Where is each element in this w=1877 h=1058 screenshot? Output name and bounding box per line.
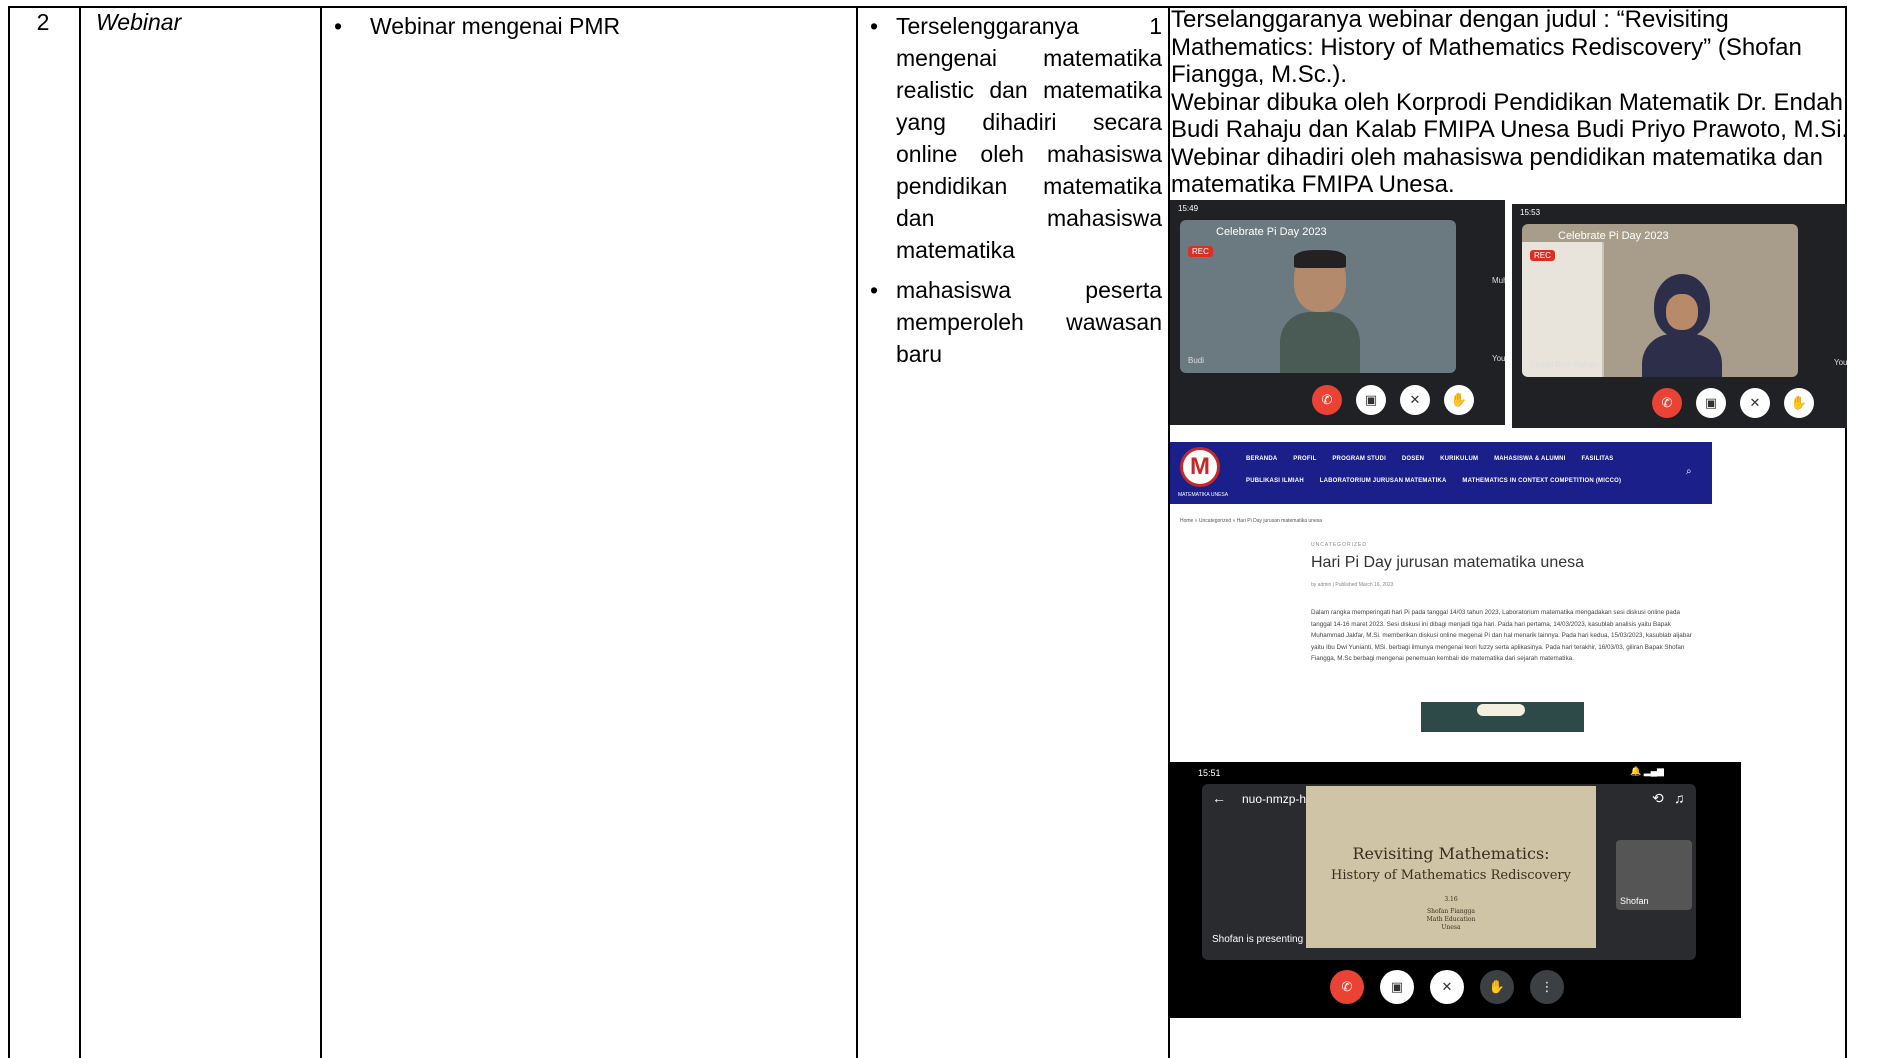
post-byline: by admin | Published March 16, 2023 xyxy=(1311,582,1394,588)
status-time: 15:51 xyxy=(1198,768,1221,778)
description-paragraph: Webinar dihadiri oleh mahasiswa pendidik… xyxy=(1171,143,1823,199)
presenter-thumbnail: Shofan xyxy=(1616,840,1692,910)
shared-slide: Revisiting Mathematics: History of Mathe… xyxy=(1306,786,1596,948)
speaker-video xyxy=(1280,250,1360,373)
nav-item[interactable]: MATHEMATICS IN CONTEXT COMPETITION (MICC… xyxy=(1462,478,1621,484)
raise-hand-button[interactable]: ✋ xyxy=(1444,385,1474,415)
nav-item[interactable]: LABORATORIUM JURUSAN MATEMATIKA xyxy=(1320,478,1447,484)
meeting-screenshot-3: 15:51 🔔 ▂▄▆ ← nuo-nmzp-hti ⟲ ♫ Revisitin… xyxy=(1170,762,1741,1018)
mic-off-button[interactable]: ✕ xyxy=(1430,970,1464,1004)
side-participant: You xyxy=(1492,354,1505,363)
nav-item[interactable]: KURIKULUM xyxy=(1440,456,1478,462)
mic-off-button[interactable]: ✕ xyxy=(1400,385,1430,415)
participant-name: Budi xyxy=(1188,356,1205,365)
headphones-icon[interactable]: ♫ xyxy=(1674,790,1685,806)
site-navbar: M MATEMATIKA UNESA BERANDA PROFIL PROGRA… xyxy=(1170,442,1712,504)
column-divider-4 xyxy=(856,6,858,1058)
nav-item[interactable]: PUBLIKASI ILMIAH xyxy=(1246,478,1304,484)
thumb-name: Shofan xyxy=(1620,896,1649,906)
post-title: Hari Pi Day jurusan matematika unesa xyxy=(1311,554,1585,571)
nav-item[interactable]: BERANDA xyxy=(1246,456,1277,462)
rec-badge: REC xyxy=(1188,246,1213,257)
mic-off-button[interactable]: ✕ xyxy=(1740,388,1770,418)
meeting-title: Celebrate Pi Day 2023 xyxy=(1216,226,1327,238)
description-paragraph: Terselanggaranya webinar dengan judul : … xyxy=(1171,6,1802,88)
slide-date: 3.16 xyxy=(1444,896,1458,903)
participant-name: Endah Budi Rahaju xyxy=(1530,360,1599,369)
meeting-code: nuo-nmzp-hti xyxy=(1242,792,1313,806)
column-divider-3 xyxy=(320,6,322,1058)
side-participant: You xyxy=(1834,358,1847,367)
camera-off-button[interactable]: ▣ xyxy=(1380,970,1414,1004)
meeting-screenshot-2: 15:53 Celebrate Pi Day 2023 REC Endah Bu… xyxy=(1512,204,1847,428)
breadcrumb: Home » Uncategorized » Hari Pi Day jurus… xyxy=(1180,518,1323,524)
side-participant: Muh xyxy=(1492,276,1505,285)
end-call-button[interactable]: ✆ xyxy=(1330,970,1364,1004)
outcome-item: • mahasiswa peserta memperoleh wawasan b… xyxy=(870,274,1162,370)
row-number: 2 xyxy=(36,9,50,35)
status-time: 15:49 xyxy=(1178,204,1199,213)
column-divider-2 xyxy=(79,6,81,1058)
plan-item: • Webinar mengenai PMR xyxy=(334,10,834,42)
status-icons: 🔔 ▂▄▆ xyxy=(1630,766,1664,776)
presenting-label: Shofan is presenting xyxy=(1212,934,1304,945)
raise-hand-button[interactable]: ✋ xyxy=(1480,970,1514,1004)
end-call-button[interactable]: ✆ xyxy=(1652,388,1682,418)
outcome-item: • Terselenggaranya 1 mengenai matematika… xyxy=(870,10,1162,266)
flip-camera-icon[interactable]: ⟲ xyxy=(1652,790,1664,807)
more-options-button[interactable]: ⋮ xyxy=(1530,970,1564,1004)
description-text: Terselanggaranya webinar dengan judul : … xyxy=(1171,6,1867,199)
slide-affiliation: Unesa xyxy=(1441,924,1461,931)
bullet-icon: • xyxy=(870,13,879,39)
video-tile: Celebrate Pi Day 2023 REC Endah Budi Rah… xyxy=(1522,224,1798,377)
camera-off-button[interactable]: ▣ xyxy=(1696,388,1726,418)
status-time: 15:53 xyxy=(1520,208,1541,217)
meeting-title: Celebrate Pi Day 2023 xyxy=(1558,230,1669,242)
nav-item[interactable]: PROGRAM STUDI xyxy=(1332,456,1386,462)
presentation-area: ← nuo-nmzp-hti ⟲ ♫ Revisiting Mathematic… xyxy=(1202,784,1696,960)
nav-item[interactable]: DOSEN xyxy=(1402,456,1424,462)
nav-row-2: PUBLIKASI ILMIAH LABORATORIUM JURUSAN MA… xyxy=(1246,478,1635,484)
post-body: Dalam rangka memperingati hari Pi pada t… xyxy=(1311,609,1692,662)
description-paragraph: Webinar dibuka oleh Korprodi Pendidikan … xyxy=(1171,88,1849,144)
slide-affiliation: Math Education xyxy=(1426,916,1476,923)
activity-name: Webinar xyxy=(96,9,182,35)
slide-presenter: Shofan Fiangga xyxy=(1427,908,1475,915)
slide-subtitle: History of Mathematics Rediscovery xyxy=(1331,868,1571,883)
nav-row-1: BERANDA PROFIL PROGRAM STUDI DOSEN KURIK… xyxy=(1246,456,1627,462)
cupboard xyxy=(1522,242,1604,377)
post-category: UNCATEGORIZED xyxy=(1311,542,1367,548)
meeting-screenshot-1: 15:49 Celebrate Pi Day 2023 REC Budi Muh… xyxy=(1170,200,1505,425)
nav-item[interactable]: PROFIL xyxy=(1293,456,1316,462)
nav-item[interactable]: FASILITAS xyxy=(1581,456,1613,462)
column-divider-1 xyxy=(8,6,10,1058)
search-icon[interactable]: ⌕ xyxy=(1686,466,1692,477)
speaker-video xyxy=(1642,274,1722,377)
video-tile: Celebrate Pi Day 2023 REC Budi xyxy=(1180,220,1456,373)
camera-off-button[interactable]: ▣ xyxy=(1356,385,1386,415)
bullet-icon: • xyxy=(334,13,343,39)
end-call-button[interactable]: ✆ xyxy=(1312,385,1342,415)
slide-title: Revisiting Mathematics: xyxy=(1352,844,1550,863)
back-arrow-icon[interactable]: ← xyxy=(1212,790,1226,806)
nav-item[interactable]: MAHASISWA & ALUMNI xyxy=(1494,456,1565,462)
website-screenshot: M MATEMATIKA UNESA BERANDA PROFIL PROGRA… xyxy=(1170,442,1712,732)
raise-hand-button[interactable]: ✋ xyxy=(1784,388,1814,418)
rec-badge: REC xyxy=(1530,250,1555,261)
logo-caption: MATEMATIKA UNESA xyxy=(1178,492,1229,498)
bullet-icon: • xyxy=(870,277,879,303)
post-image xyxy=(1421,702,1584,732)
site-logo: M xyxy=(1180,447,1220,487)
